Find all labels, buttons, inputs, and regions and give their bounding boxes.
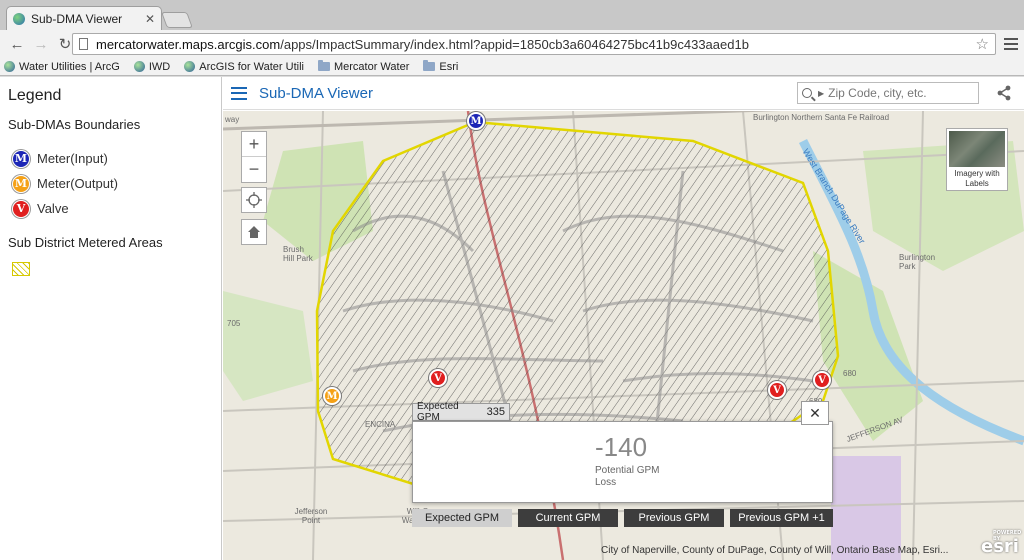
home-icon [248, 226, 260, 238]
popup-caption: Potential GPM Loss [595, 465, 660, 488]
map-label: ENCINA [365, 420, 396, 429]
app-root: Legend Sub-DMAs Boundaries M Meter(Input… [0, 77, 1024, 560]
meter-input-marker[interactable]: M [467, 112, 485, 130]
close-icon[interactable]: ✕ [145, 12, 155, 26]
map-label-railway: Burlington Northern Santa Fe Railroad [753, 113, 890, 122]
map-label: Burlington Park [899, 253, 936, 271]
popup-header: Expected GPM 335 [412, 401, 510, 423]
search-icon[interactable] [802, 88, 812, 98]
back-arrow-icon[interactable]: ← [6, 33, 28, 55]
meter-input-icon: M [12, 149, 30, 168]
bookmarks-bar: Water Utilities | ArcG IWD ArcGIS for Wa… [0, 58, 1024, 76]
legend-section-boundaries: Sub-DMAs Boundaries [8, 117, 141, 132]
popup-value: -140 [595, 432, 648, 462]
zoom-in-button[interactable]: + [242, 132, 266, 157]
valve-marker[interactable]: V [429, 369, 447, 387]
map-label: Jefferson Point [294, 507, 328, 525]
browser-tab[interactable]: Sub-DMA Viewer ✕ [6, 6, 162, 30]
expected-gpm-button[interactable]: Expected GPM [412, 509, 512, 527]
map-attribution: City of Naperville, County of DuPage, Co… [601, 545, 949, 556]
valve-marker[interactable]: V [813, 371, 831, 389]
esri-logo[interactable]: POWERED BY esri [975, 528, 1021, 558]
home-button[interactable] [241, 219, 267, 245]
globe-icon [184, 61, 196, 72]
browser-menu-icon[interactable] [1004, 36, 1018, 52]
folder-icon [423, 60, 436, 71]
globe-icon [133, 61, 145, 72]
map-view[interactable]: way Brush Hill Park Burlington Park West… [223, 111, 1024, 560]
basemap-toggle-label: Imagery with Labels [954, 169, 1000, 188]
folder-icon [317, 60, 330, 71]
meter-output-marker[interactable]: M [323, 387, 341, 405]
hamburger-menu-icon[interactable] [231, 86, 247, 100]
url-text: mercatorwater.maps.arcgis.com/apps/Impac… [96, 36, 749, 52]
zoom-out-button[interactable]: − [242, 157, 266, 182]
valve-marker[interactable]: V [768, 381, 786, 399]
hatch-swatch-icon [12, 262, 30, 276]
legend-section-sda: Sub District Metered Areas [8, 235, 163, 250]
previous-gpm-button[interactable]: Previous GPM [624, 509, 724, 527]
bookmark-folder[interactable]: Esri [423, 60, 458, 73]
bookmark-star-icon[interactable]: ☆ [976, 35, 989, 53]
bookmark-folder[interactable]: Mercator Water [317, 60, 409, 73]
close-icon: ✕ [809, 404, 821, 421]
map-label: 705 [227, 319, 241, 328]
tab-title: Sub-DMA Viewer [31, 11, 123, 26]
search-dropdown-icon[interactable]: ▶ [818, 89, 824, 98]
map-label: Brush Hill Park [283, 245, 313, 263]
popup-close-button[interactable]: ✕ [801, 401, 829, 425]
current-gpm-button[interactable]: Current GPM [518, 509, 618, 527]
legend-title: Legend [8, 87, 62, 104]
locate-button[interactable] [241, 187, 267, 213]
favicon-icon [13, 12, 25, 25]
browser-tabstrip: Sub-DMA Viewer ✕ [0, 0, 1024, 30]
popup-tab-value: 335 [486, 406, 505, 418]
impact-popup: -140 Potential GPM Loss [412, 421, 833, 503]
basemap-toggle-button[interactable]: Imagery with Labels [946, 128, 1008, 191]
imagery-thumbnail [949, 131, 1005, 167]
app-title: Sub-DMA Viewer [259, 84, 373, 102]
zoom-control: + − [241, 131, 267, 183]
map-label: 680 [843, 369, 857, 378]
map-label: way [225, 115, 240, 124]
crosshair-icon [246, 192, 262, 208]
legend-item-valve: V Valve [8, 196, 213, 221]
previous-gpm-plus1-button[interactable]: Previous GPM +1 [730, 509, 833, 527]
globe-icon [4, 61, 15, 72]
browser-toolbar: ← → ↻ mercatorwater.maps.arcgis.com/apps… [0, 30, 1024, 58]
page-icon [79, 38, 88, 50]
bookmark-item[interactable]: ArcGIS for Water Utili [184, 61, 304, 73]
meter-output-icon: M [12, 174, 30, 193]
share-icon[interactable] [996, 85, 1012, 101]
forward-arrow-icon[interactable]: → [30, 33, 52, 55]
address-bar[interactable]: mercatorwater.maps.arcgis.com/apps/Impac… [72, 33, 996, 55]
popup-tab-label: Expected GPM [417, 401, 459, 423]
new-tab-button[interactable] [161, 12, 193, 28]
app-header: Sub-DMA Viewer ▶ Zip Code, city, etc. [223, 77, 1024, 110]
search-placeholder: Zip Code, city, etc. [828, 86, 927, 100]
legend-panel: Legend Sub-DMAs Boundaries M Meter(Input… [0, 77, 222, 560]
legend-item-meter-input: M Meter(Input) [8, 146, 213, 171]
bookmark-item[interactable]: Water Utilities | ArcG [4, 61, 120, 73]
valve-icon: V [12, 199, 30, 218]
legend-item-meter-output: M Meter(Output) [8, 171, 213, 196]
bookmark-item[interactable]: IWD [133, 61, 170, 73]
gpm-button-bar: Expected GPM Current GPM Previous GPM Pr… [412, 509, 833, 527]
search-input[interactable]: ▶ Zip Code, city, etc. [797, 82, 979, 104]
